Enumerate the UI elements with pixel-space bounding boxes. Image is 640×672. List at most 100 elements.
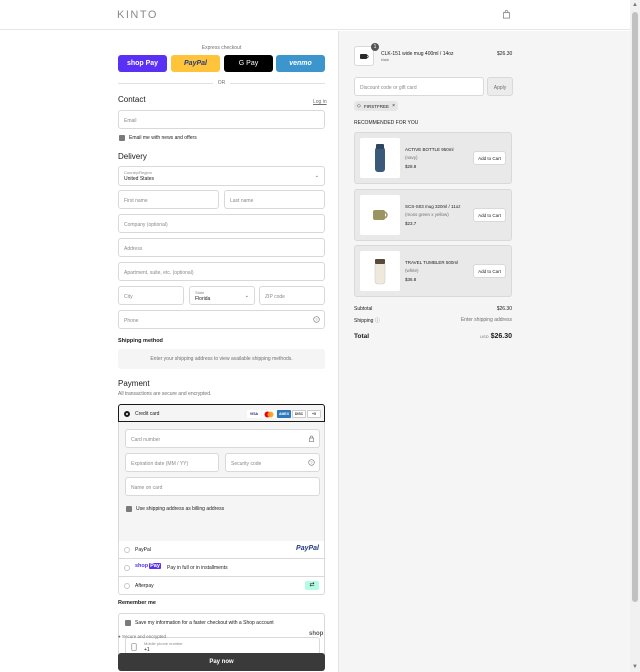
add-to-cart-button[interactable]: Add to Cart [473, 208, 506, 222]
credit-card-option[interactable]: Credit card VISA AMEX DISC +5 [118, 404, 325, 422]
total-label: Total [354, 333, 370, 340]
add-to-cart-button[interactable]: Add to Cart [473, 264, 506, 278]
phone-icon [131, 643, 137, 651]
divider-line [230, 83, 325, 84]
recommendation-card: SCS-S03 mug 320ml / 11oz (moss green x y… [354, 189, 512, 241]
afterpay-option[interactable]: Afterpay ⇄ [118, 577, 325, 595]
country-select[interactable]: Country/Region United States ⌄ [118, 166, 325, 186]
news-checkbox[interactable] [119, 135, 125, 141]
security-code-field[interactable]: Security code ? [225, 453, 320, 472]
svg-text:?: ? [315, 317, 318, 322]
name-on-card-field[interactable]: Name on card [125, 477, 320, 496]
secure-text: ● Secure and encrypted [118, 634, 167, 639]
shop-pay-logo: shop Pay [135, 563, 161, 569]
rec-variant: (navy) [405, 155, 418, 160]
payment-heading: Payment [118, 379, 150, 388]
rec-variant: (white) [405, 268, 419, 273]
state-select[interactable]: State Florida ⌄ [189, 286, 255, 305]
rec-variant: (moss green x yellow) [405, 212, 449, 217]
mug-image [360, 54, 369, 59]
first-name-field[interactable]: First name [118, 190, 219, 209]
city-field[interactable]: City [118, 286, 184, 305]
login-link[interactable]: Log in [313, 99, 327, 105]
bottle-image [360, 138, 400, 178]
product-variant: black [381, 58, 390, 62]
paypal-button[interactable]: PayPal [171, 55, 220, 72]
delivery-heading: Delivery [118, 152, 147, 161]
paypal-logo: PayPal [296, 545, 319, 552]
email-field[interactable]: Email [118, 110, 325, 129]
company-field[interactable]: Company (optional) [118, 214, 325, 233]
venmo-button[interactable]: venmo [276, 55, 325, 72]
paypal-option[interactable]: PayPal PayPal [118, 541, 325, 559]
payment-subtitle: All transactions are secure and encrypte… [118, 391, 212, 397]
add-to-cart-button[interactable]: Add to Cart [473, 151, 506, 165]
lock-icon: ● [118, 634, 121, 639]
address-field[interactable]: Address [118, 238, 325, 257]
shop-pay-radio[interactable] [124, 565, 130, 571]
paypal-label: PayPal [135, 547, 151, 553]
credit-card-radio[interactable] [124, 411, 130, 417]
afterpay-radio[interactable] [124, 583, 130, 589]
rec-price: $28.8 [405, 164, 417, 169]
pay-now-button[interactable]: Pay now [118, 653, 325, 671]
tumbler-image [360, 251, 400, 291]
shipping-value: Enter shipping address [460, 317, 512, 323]
card-number-field[interactable]: Card number [125, 429, 320, 448]
total-value: $26.30 [490, 333, 512, 340]
save-info-checkbox[interactable] [125, 620, 131, 626]
scrollbar-thumb[interactable] [632, 12, 638, 602]
discount-code-field[interactable]: Discount code or gift card [354, 77, 484, 96]
discover-icon: DISC [292, 410, 306, 418]
total-row: Total USD $26.30 [354, 333, 512, 345]
subtotal-value: $26.30 [496, 306, 512, 312]
scrollbar[interactable]: ▲ ▼ [630, 0, 640, 672]
recommended-heading: RECOMMENDED FOR YOU [354, 120, 419, 126]
apply-button[interactable]: Apply [487, 77, 513, 96]
recommendation-card: ACTIVE BOTTLE 950ml (navy) $28.8 Add to … [354, 132, 512, 184]
billing-address-label: Use shipping address as billing address [136, 506, 225, 512]
zip-field[interactable]: ZIP code [259, 286, 325, 305]
shipping-label: Shipping ⓘ [354, 318, 380, 324]
product-name: CLK-151 wide mug 400ml / 14oz [381, 51, 454, 57]
discount-chip: ◇ FIRSTFREE × [354, 101, 398, 111]
currency-code: USD [480, 334, 489, 339]
shop-logo: shop [309, 631, 324, 637]
rec-price: $23.7 [405, 221, 417, 226]
save-info-label: Save my information for a faster checkou… [135, 620, 274, 626]
scroll-down-icon[interactable]: ▼ [632, 664, 638, 670]
amex-icon: AMEX [277, 410, 291, 418]
close-icon[interactable]: × [392, 103, 395, 109]
checkout-form: Express checkout shop Pay PayPal G Pay v… [0, 31, 338, 672]
help-icon[interactable]: ? [308, 459, 315, 466]
credit-card-form: Card number Expiration date (MM / YY) Se… [118, 422, 325, 541]
logo[interactable]: KINTO [117, 9, 158, 21]
visa-icon: VISA [247, 410, 261, 418]
mug-image [360, 195, 400, 235]
shopping-bag-icon[interactable] [502, 10, 511, 19]
order-summary: 1 CLK-151 wide mug 400ml / 14oz black $2… [338, 31, 630, 672]
product-price: $26.30 [497, 51, 513, 57]
expiration-field[interactable]: Expiration date (MM / YY) [125, 453, 219, 472]
billing-address-checkbox[interactable] [126, 506, 132, 512]
google-pay-button[interactable]: G Pay [224, 55, 273, 72]
scroll-up-icon[interactable]: ▲ [632, 2, 638, 8]
more-cards-badge: +5 [307, 410, 321, 418]
help-icon[interactable]: ⓘ [375, 318, 380, 324]
last-name-field[interactable]: Last name [224, 190, 325, 209]
chevron-down-icon: ⌄ [244, 293, 249, 299]
shop-pay-button[interactable]: shop Pay [118, 55, 167, 72]
rec-name: TRAVEL TUMBLER 500ml [405, 260, 459, 265]
shop-pay-option[interactable]: shop Pay Pay in full or in installments [118, 559, 325, 577]
phone-field[interactable]: Phone ? [118, 310, 325, 329]
paypal-radio[interactable] [124, 547, 130, 553]
shipping-method-heading: Shipping method [118, 338, 163, 344]
help-icon[interactable]: ? [313, 316, 320, 323]
mastercard-icon [262, 410, 276, 418]
credit-card-label: Credit card [135, 411, 160, 417]
apartment-field[interactable]: Apartment, suite, etc. (optional) [118, 262, 325, 281]
news-checkbox-label: Email me with news and offers [129, 135, 197, 141]
total-value-wrap: USD $26.30 [480, 333, 512, 340]
svg-text:?: ? [310, 460, 313, 465]
recommendation-card: TRAVEL TUMBLER 500ml (white) $36.8 Add t… [354, 245, 512, 297]
